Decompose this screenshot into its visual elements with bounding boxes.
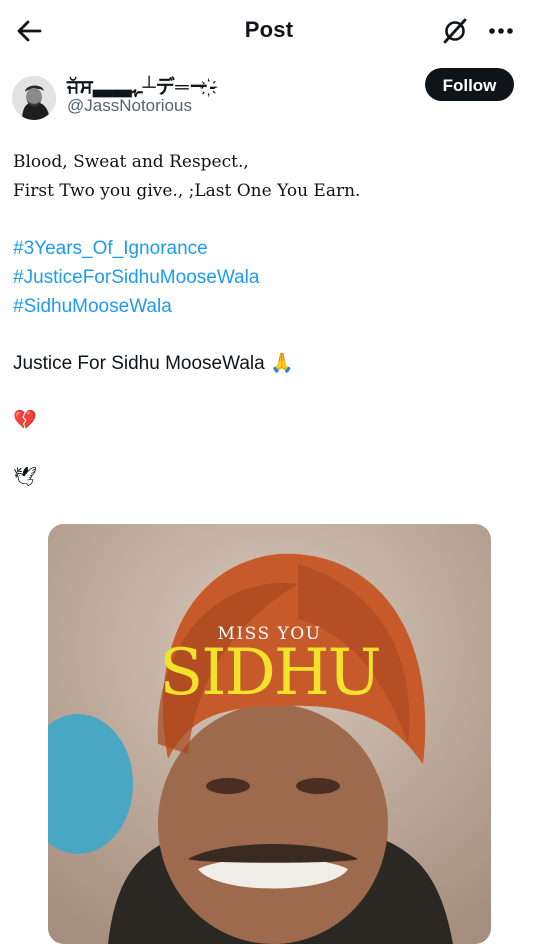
avatar-image — [12, 76, 56, 120]
post-body: Blood, Sweat and Respect., First Two you… — [13, 148, 523, 492]
folded-hands-emoji: 🙏 — [269, 353, 294, 375]
grok-icon[interactable] — [441, 17, 469, 45]
post-text-line-1: Blood, Sweat and Respect., — [13, 152, 249, 172]
author-handle[interactable]: @JassNotorious — [67, 96, 192, 116]
portrait-illustration — [48, 524, 491, 944]
more-horizontal-icon[interactable] — [486, 18, 516, 44]
hashtag-link[interactable]: #SidhuMooseWala — [13, 292, 523, 321]
broken-heart-emoji: 💔 — [13, 410, 37, 432]
top-bar: Post — [0, 0, 538, 62]
author-row: ਜੱਸ▃▃ـﮩ┴デ═ー҉- @JassNotorious Follow — [0, 62, 538, 132]
dove-emoji: 🕊 — [13, 467, 38, 489]
hashtag-link[interactable]: #JusticeForSidhuMooseWala — [13, 263, 523, 292]
avatar[interactable] — [12, 76, 56, 120]
post-text-line-2: First Two you give., ;Last One You Earn. — [13, 181, 361, 201]
post-image[interactable]: MISS YOU SIDHU — [48, 524, 491, 944]
hashtag-link[interactable]: #3Years_Of_Ignorance — [13, 234, 523, 263]
author-display-name[interactable]: ਜੱਸ▃▃ـﮩ┴デ═ー҉- — [67, 72, 216, 99]
justice-text: Justice For Sidhu MooseWala — [13, 353, 265, 374]
image-caption-big: SIDHU — [159, 636, 381, 710]
justice-line: Justice For Sidhu MooseWala 🙏 — [13, 349, 523, 378]
follow-button[interactable]: Follow — [425, 68, 514, 101]
